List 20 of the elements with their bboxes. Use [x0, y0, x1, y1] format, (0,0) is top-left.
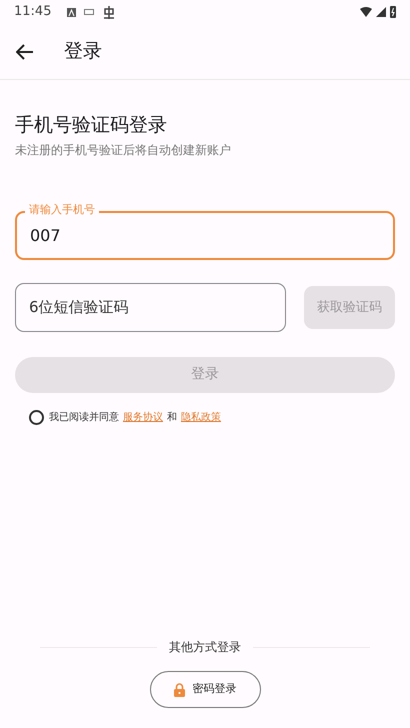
wifi-icon — [360, 7, 372, 17]
privacy-link[interactable]: 隐私政策 — [181, 410, 221, 425]
heading: 手机号验证码登录 — [15, 114, 168, 137]
back-arrow-icon[interactable] — [16, 44, 34, 60]
signal-icon — [376, 7, 386, 17]
agreement-text: 我已阅读并同意 服务协议 和 隐私政策 — [49, 410, 221, 425]
status-time: 11:45 — [14, 3, 52, 22]
bug-icon — [102, 5, 116, 19]
terms-link[interactable]: 服务协议 — [123, 410, 163, 425]
field-label: 请输入手机号 — [25, 202, 99, 217]
password-login-button[interactable]: 密码登录 — [150, 671, 260, 708]
agree-radio[interactable] — [29, 410, 44, 425]
notification-icon — [67, 8, 76, 16]
subtitle: 未注册的手机号验证后将自动创建新账户 — [15, 142, 232, 159]
page-title: 登录 — [64, 39, 102, 64]
lock-icon — [174, 682, 184, 696]
keyboard-icon — [84, 9, 94, 15]
other-methods-label: 其他方式登录 — [169, 639, 241, 656]
battery-icon — [390, 6, 396, 18]
code-input-field[interactable]: 6位短信验证码 — [15, 282, 286, 332]
